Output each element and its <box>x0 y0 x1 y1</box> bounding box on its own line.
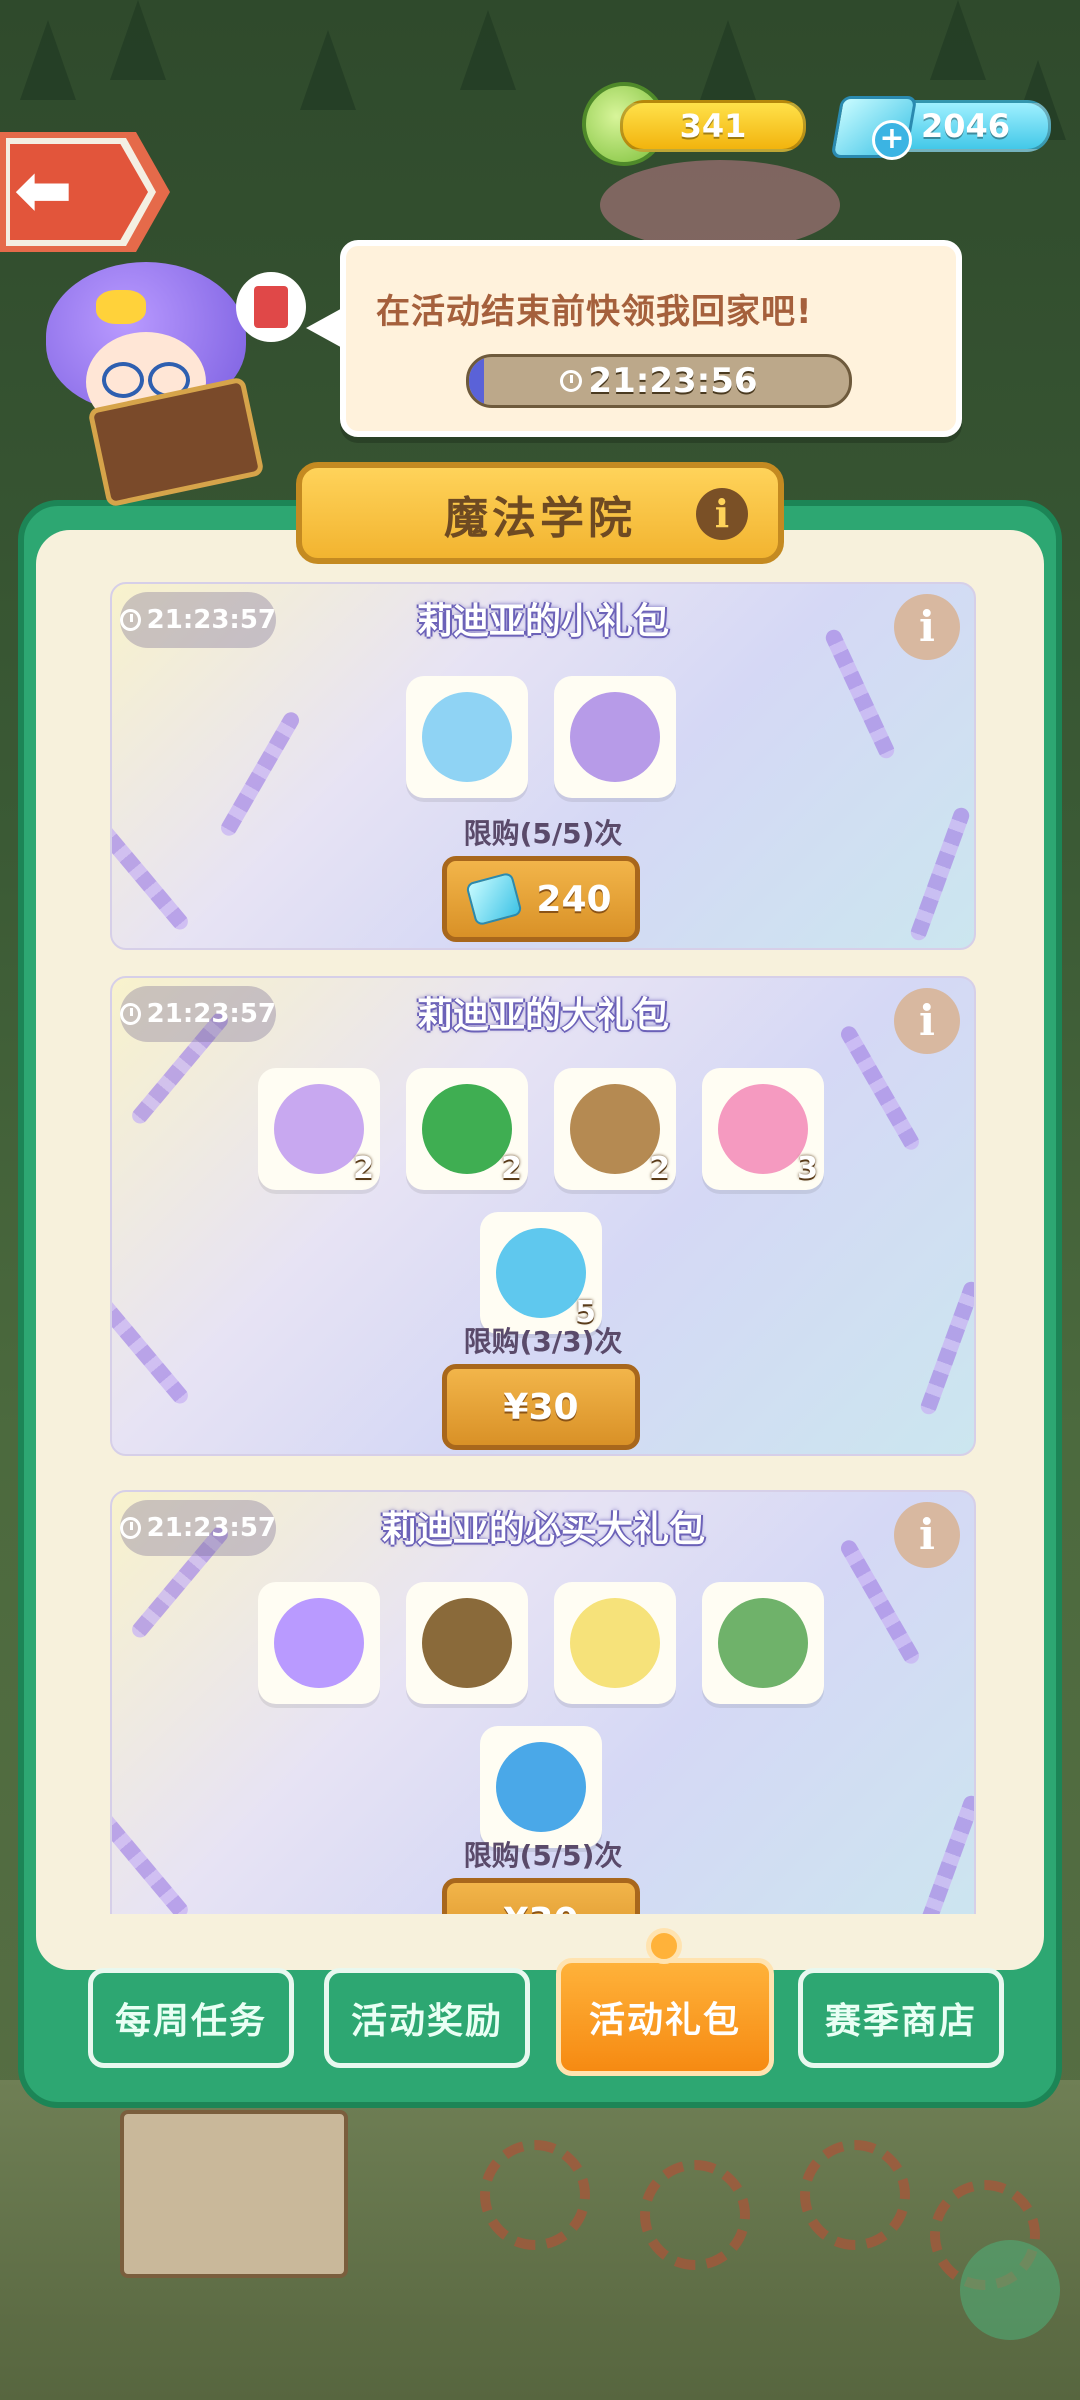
item-quantity: 2 <box>353 1151 374 1186</box>
gold-counter[interactable]: 341 <box>620 100 806 152</box>
pack-item[interactable] <box>480 1726 602 1848</box>
lavender-crate-icon <box>274 1084 364 1174</box>
pack-item[interactable] <box>554 1582 676 1704</box>
price-label: 240 <box>536 878 612 920</box>
gem-icon <box>465 871 524 927</box>
purchase-limit: 限购(5/5)次 <box>463 817 623 850</box>
pack-title: 莉迪亚的小礼包 <box>416 601 669 642</box>
buy-button[interactable]: 240 <box>442 856 640 942</box>
pack-card-must-buy: 21:23:57 莉迪亚的必买大礼包 i 限购(5/5)次 ¥30 <box>110 1490 976 1914</box>
add-gems-plus-icon[interactable]: + <box>872 120 912 160</box>
item-quantity: 2 <box>501 1151 522 1186</box>
pack-title: 莉迪亚的必买大礼包 <box>380 1509 705 1550</box>
pack-item[interactable] <box>406 676 528 798</box>
buy-button[interactable]: ¥30 <box>442 1364 640 1450</box>
gem-chest-icon <box>496 1228 586 1318</box>
pack-item[interactable] <box>702 1582 824 1704</box>
tab-label: 活动礼包 <box>588 2000 741 2041</box>
pack-item[interactable] <box>554 676 676 798</box>
pack-item[interactable]: 2 <box>554 1068 676 1190</box>
lydia-character <box>36 262 265 508</box>
purchase-limit: 限购(3/3)次 <box>463 1325 623 1358</box>
lavender-nest-icon <box>570 692 660 782</box>
red-book-bubble-icon <box>236 272 306 342</box>
pink-orb-icon <box>718 1084 808 1174</box>
event-timer-text: 21:23:56 <box>588 361 758 401</box>
tab-event-rewards[interactable]: 活动奖励 <box>324 1968 530 2068</box>
terrarium-icon <box>718 1598 808 1688</box>
price-label: ¥30 <box>503 1386 579 1428</box>
tab-weekly-tasks[interactable]: 每周任务 <box>88 1968 294 2068</box>
panel-title-plate: 魔法学院 i <box>296 462 784 564</box>
tab-label: 每周任务 <box>114 2001 267 2042</box>
tab-event-packs[interactable]: 活动礼包 <box>556 1958 774 2076</box>
pack-item[interactable] <box>258 1582 380 1704</box>
gold-amount: 341 <box>679 107 747 145</box>
panel-info-icon[interactable]: i <box>696 488 748 540</box>
item-quantity: 2 <box>649 1151 670 1186</box>
speech-text: 在活动结束前快领我回家吧! <box>376 292 813 332</box>
backpack-icon <box>422 1598 512 1688</box>
pack-info-icon[interactable]: i <box>894 594 960 660</box>
item-quantity: 3 <box>797 1151 818 1186</box>
tab-label: 活动奖励 <box>350 2001 503 2042</box>
robot-headphones-icon <box>422 1084 512 1174</box>
pack-card-big: 21:23:57 莉迪亚的大礼包 i 2 2 2 3 5 限购(3/3)次 ¥3… <box>110 976 976 1456</box>
character-figurine-icon <box>422 692 512 782</box>
gem-amount: 2046 <box>920 107 1011 145</box>
pack-info-icon[interactable]: i <box>894 988 960 1054</box>
event-timer: 21:23:56 <box>469 357 849 405</box>
glowing-flower-icon <box>570 1598 660 1688</box>
pack-item[interactable]: 5 <box>480 1212 602 1334</box>
price-label: ¥30 <box>503 1901 578 1915</box>
tab-label: 赛季商店 <box>824 2001 977 2042</box>
buy-button[interactable]: ¥30 <box>442 1878 640 1914</box>
tree-stump-icon <box>570 1084 660 1174</box>
pack-item[interactable] <box>406 1582 528 1704</box>
pack-info-icon[interactable]: i <box>894 1502 960 1568</box>
blue-cat-robot-icon <box>496 1742 586 1832</box>
active-tab-indicator <box>646 1928 682 1964</box>
pack-item[interactable]: 3 <box>702 1068 824 1190</box>
pack-title: 莉迪亚的大礼包 <box>416 995 669 1036</box>
pack-item[interactable]: 2 <box>406 1068 528 1190</box>
speech-bubble: 在活动结束前快领我回家吧! 21:23:56 <box>306 240 962 437</box>
pack-item[interactable]: 2 <box>258 1068 380 1190</box>
event-timer-bar: 21:23:56 <box>466 354 852 408</box>
tab-season-shop[interactable]: 赛季商店 <box>798 1968 1004 2068</box>
lydia-avatar-icon <box>274 1598 364 1688</box>
clock-icon <box>560 370 583 392</box>
pack-card-small: 21:23:57 莉迪亚的小礼包 i 限购(5/5)次 240 <box>110 582 976 950</box>
purchase-limit: 限购(5/5)次 <box>463 1839 623 1872</box>
pack-list[interactable]: 21:23:57 莉迪亚的小礼包 i 限购(5/5)次 240 21:23:57… <box>110 582 976 1914</box>
back-arrow-icon: ⬅ <box>14 149 73 231</box>
